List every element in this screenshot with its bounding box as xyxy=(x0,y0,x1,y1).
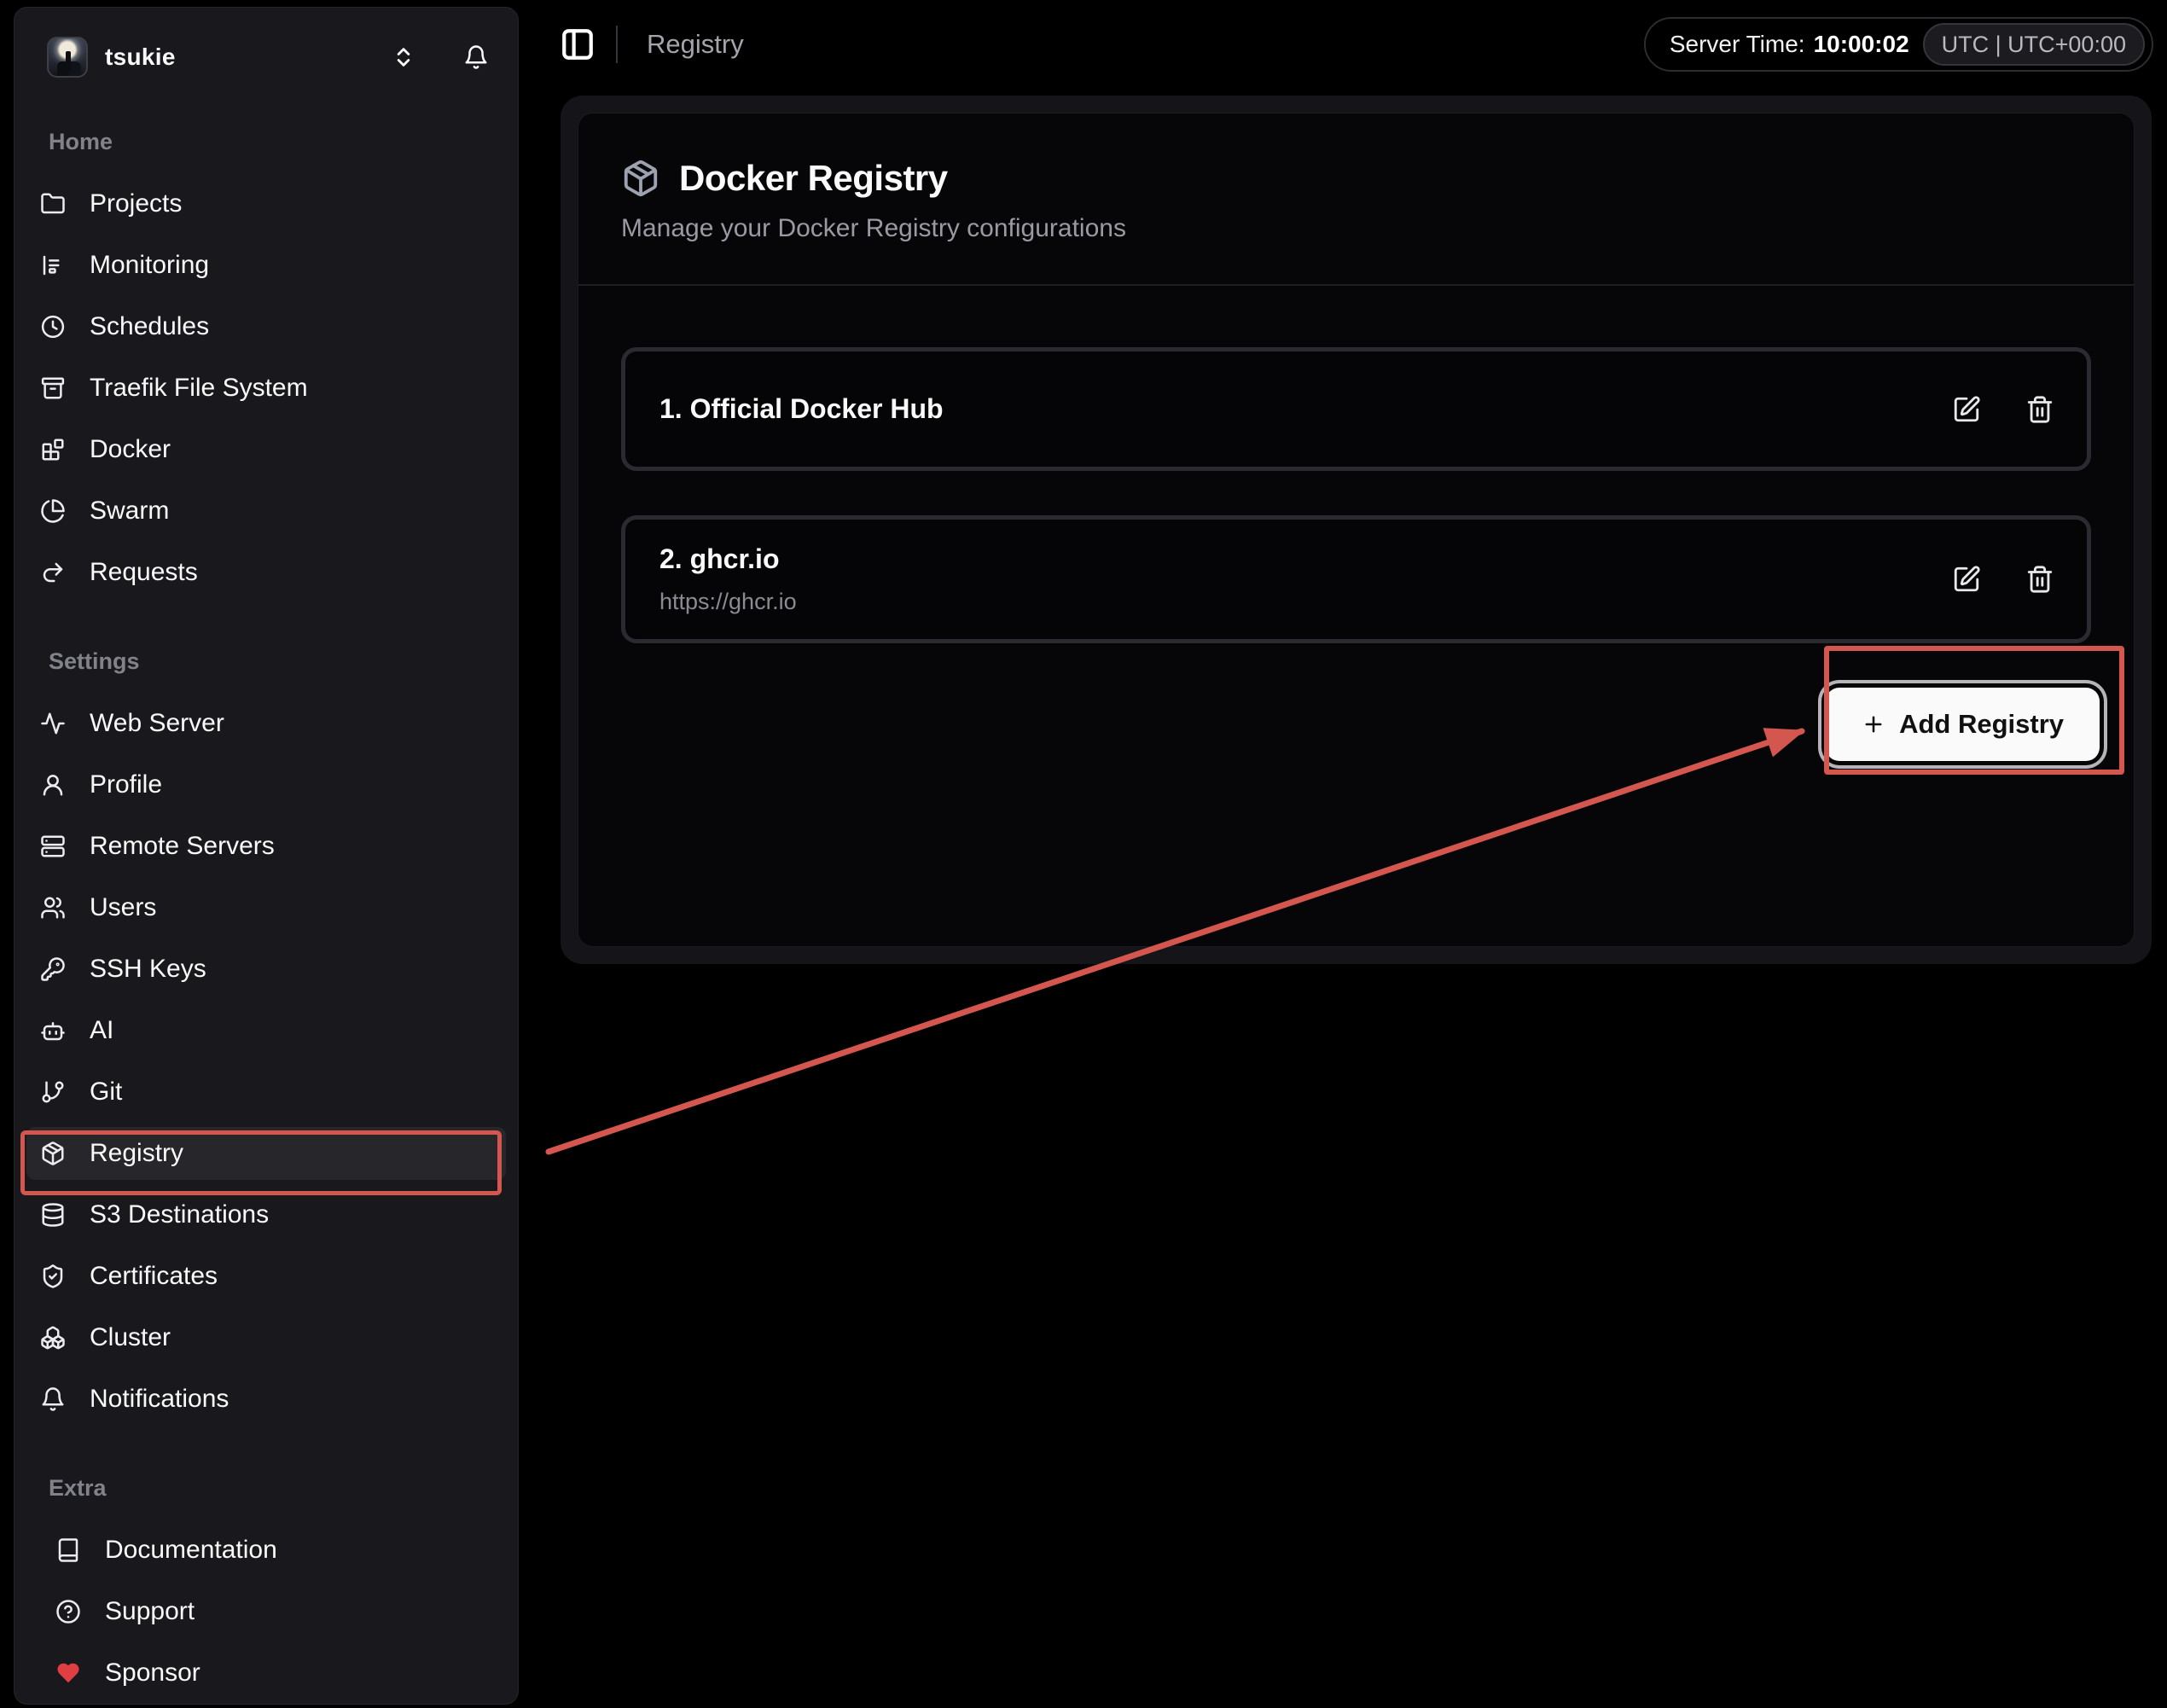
breadcrumb: Registry xyxy=(647,29,744,60)
card-header: Docker Registry xyxy=(621,158,2091,199)
timezone-badge[interactable]: UTC | UTC+00:00 xyxy=(1923,23,2145,66)
add-registry-row: Add Registry xyxy=(621,688,2091,761)
sidebar-item-projects[interactable]: Projects xyxy=(26,177,506,230)
topbar: Registry Server Time: 10:00:02 UTC | UTC… xyxy=(520,0,2167,89)
registry-name: 2. ghcr.io xyxy=(659,543,797,575)
add-registry-button[interactable]: Add Registry xyxy=(1826,688,2100,761)
registry-actions xyxy=(1952,565,2054,594)
square-pen-icon xyxy=(1952,565,1981,594)
pie-chart-icon xyxy=(40,498,66,524)
divider xyxy=(578,284,2134,286)
registry-actions xyxy=(1952,395,2054,424)
shield-check-icon xyxy=(40,1264,66,1289)
add-registry-label: Add Registry xyxy=(1899,709,2064,740)
trash-icon xyxy=(2025,395,2054,424)
activity-icon xyxy=(40,711,66,736)
section-label-extra: Extra xyxy=(49,1475,506,1502)
registry-list: 1. Official Docker Hub 2. ghcr.io xyxy=(621,347,2091,643)
sidebar-item-s3-destinations[interactable]: S3 Destinations xyxy=(26,1188,506,1241)
edit-button[interactable] xyxy=(1952,395,1981,424)
book-icon xyxy=(55,1537,81,1563)
key-icon xyxy=(40,956,66,982)
registry-info: 1. Official Docker Hub xyxy=(659,393,944,425)
sidebar-item-support[interactable]: Support xyxy=(26,1585,506,1638)
sidebar-item-traefik-file-system[interactable]: Traefik File System xyxy=(26,362,506,415)
sidebar-item-ssh-keys[interactable]: SSH Keys xyxy=(26,943,506,996)
sidebar-item-monitoring[interactable]: Monitoring xyxy=(26,239,506,292)
server-time-pill: Server Time: 10:00:02 UTC | UTC+00:00 xyxy=(1644,17,2153,72)
section-label-home: Home xyxy=(49,129,506,155)
database-icon xyxy=(40,1202,66,1228)
registry-url: https://ghcr.io xyxy=(659,589,797,615)
sidebar-item-profile[interactable]: Profile xyxy=(26,758,506,811)
edit-button[interactable] xyxy=(1952,565,1981,594)
server-icon xyxy=(40,834,66,859)
bell-icon xyxy=(40,1386,66,1412)
user-icon xyxy=(40,772,66,798)
archive-icon xyxy=(40,375,66,401)
sidebar-item-web-server[interactable]: Web Server xyxy=(26,697,506,750)
git-branch-icon xyxy=(40,1079,66,1105)
bell-icon[interactable] xyxy=(463,44,489,70)
boxes-icon xyxy=(40,1325,66,1351)
sidebar-item-certificates[interactable]: Certificates xyxy=(26,1250,506,1303)
trash-icon xyxy=(2025,565,2054,594)
square-pen-icon xyxy=(1952,395,1981,424)
breadcrumb-divider xyxy=(616,26,618,63)
package-icon xyxy=(40,1141,66,1166)
page-title: Docker Registry xyxy=(679,158,948,199)
sidebar-item-swarm[interactable]: Swarm xyxy=(26,485,506,537)
panel-left-icon[interactable] xyxy=(560,26,595,62)
users-icon xyxy=(40,895,66,921)
folder-icon xyxy=(40,191,66,217)
main-content: Registry Server Time: 10:00:02 UTC | UTC… xyxy=(520,0,2167,1708)
sidebar-item-ai[interactable]: AI xyxy=(26,1004,506,1057)
sidebar-item-notifications[interactable]: Notifications xyxy=(26,1373,506,1426)
sidebar-item-users[interactable]: Users xyxy=(26,881,506,934)
registry-row-ghcr: 2. ghcr.io https://ghcr.io xyxy=(621,515,2091,643)
user-name: tsukie xyxy=(105,44,176,71)
sidebar-item-git[interactable]: Git xyxy=(26,1066,506,1118)
docker-registry-card: Docker Registry Manage your Docker Regis… xyxy=(578,113,2135,947)
sidebar-item-registry[interactable]: Registry xyxy=(26,1127,506,1180)
heart-icon xyxy=(55,1660,81,1686)
sidebar-item-cluster[interactable]: Cluster xyxy=(26,1311,506,1364)
sidebar-item-sponsor[interactable]: Sponsor xyxy=(26,1647,506,1699)
delete-button[interactable] xyxy=(2025,565,2054,594)
blocks-icon xyxy=(40,437,66,462)
sidebar-item-schedules[interactable]: Schedules xyxy=(26,300,506,353)
bot-icon xyxy=(40,1018,66,1043)
clock-icon xyxy=(40,314,66,340)
monitoring-chart-icon xyxy=(40,253,66,278)
registry-row-docker-hub: 1. Official Docker Hub xyxy=(621,347,2091,471)
plus-icon xyxy=(1862,712,1885,736)
redo-arrow-icon xyxy=(40,560,66,585)
sidebar-nav: Home Projects Monitoring Schedules Traef… xyxy=(15,129,518,1699)
server-time-label: Server Time: xyxy=(1670,31,1805,58)
sidebar: tsukie Home Projects Monitoring Schedule… xyxy=(14,7,519,1705)
help-circle-icon xyxy=(55,1599,81,1624)
sidebar-item-remote-servers[interactable]: Remote Servers xyxy=(26,820,506,873)
sidebar-item-docker[interactable]: Docker xyxy=(26,423,506,476)
sidebar-item-documentation[interactable]: Documentation xyxy=(26,1524,506,1577)
package-icon xyxy=(621,159,660,198)
chevrons-up-down-icon[interactable] xyxy=(392,45,415,69)
server-time-value: 10:00:02 xyxy=(1814,31,1909,58)
sidebar-item-requests[interactable]: Requests xyxy=(26,546,506,599)
registry-info: 2. ghcr.io https://ghcr.io xyxy=(659,543,797,615)
delete-button[interactable] xyxy=(2025,395,2054,424)
user-menu[interactable]: tsukie xyxy=(47,30,489,84)
registry-name: 1. Official Docker Hub xyxy=(659,393,944,425)
content-panel: Docker Registry Manage your Docker Regis… xyxy=(561,96,2152,964)
section-label-settings: Settings xyxy=(49,648,506,675)
page-subtitle: Manage your Docker Registry configuratio… xyxy=(621,214,2091,243)
avatar xyxy=(47,37,88,78)
